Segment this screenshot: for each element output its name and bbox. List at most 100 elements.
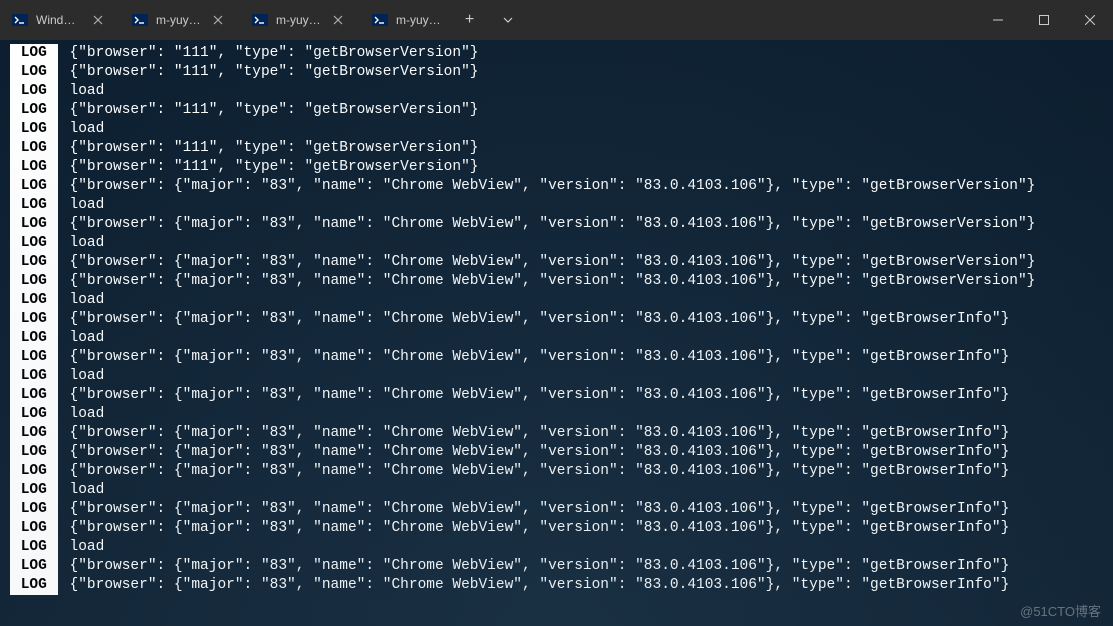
log-line: LOG {"browser": "111", "type": "getBrows… bbox=[10, 44, 1103, 63]
log-line: LOG {"browser": {"major": "83", "name": … bbox=[10, 215, 1103, 234]
log-text: {"browser": {"major": "83", "name": "Chr… bbox=[58, 177, 1036, 196]
log-text: load bbox=[58, 538, 105, 557]
log-tag: LOG bbox=[10, 348, 58, 367]
close-icon bbox=[213, 15, 223, 25]
log-line: LOG {"browser": "111", "type": "getBrows… bbox=[10, 158, 1103, 177]
powershell-icon bbox=[372, 12, 388, 28]
log-text: {"browser": "111", "type": "getBrowserVe… bbox=[58, 158, 479, 177]
close-icon bbox=[333, 15, 343, 25]
tab-close-button[interactable] bbox=[210, 12, 226, 28]
log-text: {"browser": {"major": "83", "name": "Chr… bbox=[58, 215, 1036, 234]
log-line: LOG {"browser": "111", "type": "getBrows… bbox=[10, 139, 1103, 158]
log-tag: LOG bbox=[10, 82, 58, 101]
log-tag: LOG bbox=[10, 310, 58, 329]
log-tag: LOG bbox=[10, 101, 58, 120]
log-line: LOG load bbox=[10, 329, 1103, 348]
log-text: {"browser": {"major": "83", "name": "Chr… bbox=[58, 576, 1010, 595]
log-line: LOG {"browser": {"major": "83", "name": … bbox=[10, 253, 1103, 272]
tab-label: m-yuying-node bbox=[156, 13, 202, 27]
log-text: {"browser": {"major": "83", "name": "Chr… bbox=[58, 462, 1010, 481]
close-icon bbox=[1085, 15, 1095, 25]
log-tag: LOG bbox=[10, 253, 58, 272]
log-text: {"browser": {"major": "83", "name": "Chr… bbox=[58, 424, 1010, 443]
log-tag: LOG bbox=[10, 291, 58, 310]
log-tag: LOG bbox=[10, 215, 58, 234]
log-line: LOG {"browser": {"major": "83", "name": … bbox=[10, 310, 1103, 329]
log-text: {"browser": {"major": "83", "name": "Chr… bbox=[58, 500, 1010, 519]
log-text: {"browser": "111", "type": "getBrowserVe… bbox=[58, 63, 479, 82]
log-line: LOG {"browser": "111", "type": "getBrows… bbox=[10, 101, 1103, 120]
log-tag: LOG bbox=[10, 272, 58, 291]
log-text: {"browser": {"major": "83", "name": "Chr… bbox=[58, 253, 1036, 272]
log-tag: LOG bbox=[10, 424, 58, 443]
log-text: {"browser": {"major": "83", "name": "Chr… bbox=[58, 272, 1036, 291]
log-tag: LOG bbox=[10, 500, 58, 519]
log-text: load bbox=[58, 120, 105, 139]
log-text: load bbox=[58, 196, 105, 215]
log-tag: LOG bbox=[10, 329, 58, 348]
tab-m-yuying-node[interactable]: m-yuying-node bbox=[120, 0, 240, 40]
log-text: load bbox=[58, 82, 105, 101]
log-line: LOG load bbox=[10, 405, 1103, 424]
log-line: LOG {"browser": {"major": "83", "name": … bbox=[10, 386, 1103, 405]
log-text: load bbox=[58, 291, 105, 310]
log-line: LOG {"browser": {"major": "83", "name": … bbox=[10, 557, 1103, 576]
powershell-icon bbox=[132, 12, 148, 28]
log-line: LOG {"browser": {"major": "83", "name": … bbox=[10, 500, 1103, 519]
log-line: LOG load bbox=[10, 367, 1103, 386]
log-text: {"browser": "111", "type": "getBrowserVe… bbox=[58, 139, 479, 158]
log-text: load bbox=[58, 481, 105, 500]
log-tag: LOG bbox=[10, 538, 58, 557]
powershell-icon bbox=[252, 12, 268, 28]
log-text: {"browser": {"major": "83", "name": "Chr… bbox=[58, 557, 1010, 576]
maximize-icon bbox=[1039, 15, 1049, 25]
powershell-icon bbox=[12, 12, 28, 28]
log-line: LOG load bbox=[10, 291, 1103, 310]
log-tag: LOG bbox=[10, 44, 58, 63]
tab-dropdown-button[interactable] bbox=[490, 0, 526, 40]
maximize-button[interactable] bbox=[1021, 0, 1067, 40]
log-text: {"browser": {"major": "83", "name": "Chr… bbox=[58, 443, 1010, 462]
terminal-output[interactable]: LOG {"browser": "111", "type": "getBrows… bbox=[0, 40, 1113, 626]
log-line: LOG {"browser": {"major": "83", "name": … bbox=[10, 348, 1103, 367]
log-tag: LOG bbox=[10, 405, 58, 424]
log-line: LOG load bbox=[10, 82, 1103, 101]
log-line: LOG {"browser": {"major": "83", "name": … bbox=[10, 424, 1103, 443]
log-tag: LOG bbox=[10, 196, 58, 215]
log-text: load bbox=[58, 367, 105, 386]
log-line: LOG load bbox=[10, 234, 1103, 253]
tab-m-yuying-admin[interactable]: m-yuying-admin bbox=[360, 0, 450, 40]
log-text: load bbox=[58, 329, 105, 348]
log-line: LOG load bbox=[10, 481, 1103, 500]
log-text: load bbox=[58, 405, 105, 424]
log-tag: LOG bbox=[10, 234, 58, 253]
log-line: LOG {"browser": {"major": "83", "name": … bbox=[10, 443, 1103, 462]
tab-label: m-yuying-fronten bbox=[276, 13, 322, 27]
log-line: LOG load bbox=[10, 538, 1103, 557]
tab-close-button[interactable] bbox=[330, 12, 346, 28]
log-text: {"browser": {"major": "83", "name": "Chr… bbox=[58, 310, 1010, 329]
log-tag: LOG bbox=[10, 443, 58, 462]
tab-close-button[interactable] bbox=[90, 12, 106, 28]
log-tag: LOG bbox=[10, 386, 58, 405]
close-window-button[interactable] bbox=[1067, 0, 1113, 40]
tab-label: m-yuying-admin bbox=[396, 13, 442, 27]
log-line: LOG {"browser": {"major": "83", "name": … bbox=[10, 519, 1103, 538]
tab-m-yuying-fronten[interactable]: m-yuying-fronten bbox=[240, 0, 360, 40]
log-tag: LOG bbox=[10, 139, 58, 158]
log-tag: LOG bbox=[10, 576, 58, 595]
close-icon bbox=[93, 15, 103, 25]
log-tag: LOG bbox=[10, 519, 58, 538]
log-text: {"browser": "111", "type": "getBrowserVe… bbox=[58, 44, 479, 63]
log-tag: LOG bbox=[10, 367, 58, 386]
log-tag: LOG bbox=[10, 63, 58, 82]
window-controls bbox=[975, 0, 1113, 40]
log-line: LOG {"browser": {"major": "83", "name": … bbox=[10, 576, 1103, 595]
chevron-down-icon bbox=[503, 15, 513, 25]
log-tag: LOG bbox=[10, 177, 58, 196]
log-tag: LOG bbox=[10, 120, 58, 139]
minimize-button[interactable] bbox=[975, 0, 1021, 40]
title-bar: Windows PowerSh m-yuying-node m-yuying-fro… bbox=[0, 0, 1113, 40]
new-tab-button[interactable]: + bbox=[450, 0, 490, 40]
tab-windows-powersh[interactable]: Windows PowerSh bbox=[0, 0, 120, 40]
